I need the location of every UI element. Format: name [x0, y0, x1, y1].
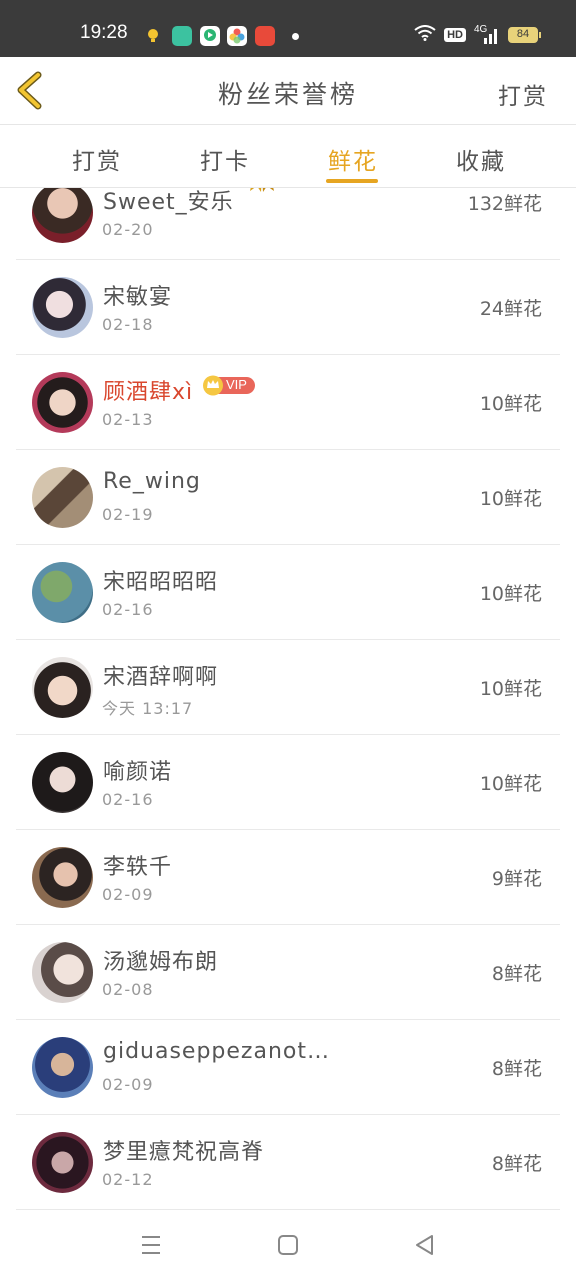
list-item[interactable]: 顾酒肆xì VIP 02-13 10鲜花: [16, 355, 560, 450]
avatar: [32, 467, 93, 528]
avatar: [32, 657, 93, 718]
user-name: 宋昭昭昭昭: [103, 570, 219, 595]
flower-count: 8鲜花: [491, 1058, 542, 1080]
record-date: 02-18: [102, 315, 154, 334]
record-date: 02-09: [102, 1075, 154, 1094]
tab-reward[interactable]: 打赏: [72, 142, 122, 176]
list-item[interactable]: 梦里癔梵祝高脊 02-12 8鲜花: [16, 1115, 560, 1210]
flower-count: 10鲜花: [479, 773, 542, 795]
flower-count: 10鲜花: [479, 393, 542, 415]
square-icon: [278, 1235, 298, 1255]
record-date: 02-13: [102, 410, 154, 429]
user-name: 李轶千: [103, 855, 173, 880]
flower-count: 8鲜花: [491, 1153, 542, 1175]
tab-checkin[interactable]: 打卡: [200, 142, 250, 176]
list-item[interactable]: 汤邈姆布朗 02-08 8鲜花: [16, 925, 560, 1020]
tab-flowers[interactable]: 鲜花: [328, 142, 378, 176]
app-notification-icon: [172, 26, 192, 46]
page-title: 粉丝荣誉榜: [217, 80, 358, 109]
vip-badge: VIP: [203, 375, 255, 396]
shop-app-notification-icon: [255, 26, 275, 46]
tab-bar: 打赏 打卡 鲜花 收藏: [0, 126, 576, 188]
system-navigation-bar: [0, 1210, 576, 1280]
record-date: 02-12: [102, 1170, 154, 1189]
hd-voice-badge: HD: [444, 28, 466, 42]
tab-favorites[interactable]: 收藏: [456, 142, 506, 176]
user-name: Sweet_安乐: [103, 190, 234, 215]
status-indicators: HD 4G 84: [414, 24, 541, 46]
medal-icon: [244, 188, 280, 193]
wifi-icon: [414, 25, 436, 45]
list-item[interactable]: 喻颜诺 02-16 10鲜花: [16, 735, 560, 830]
avatar: [32, 188, 93, 243]
triangle-back-icon: [416, 1235, 433, 1255]
record-date: 02-20: [102, 220, 154, 239]
user-name: 顾酒肆xì: [103, 380, 194, 405]
user-name: giduaseppezanot…: [103, 1039, 330, 1064]
avatar: [32, 277, 93, 338]
fan-ranking-list: Sweet_安乐 02-20 132鲜花 宋敏宴 02-18 24鲜花 顾酒肆x…: [0, 188, 576, 1210]
flower-count: 8鲜花: [491, 963, 542, 985]
user-name: 宋敏宴: [103, 285, 173, 310]
vip-label: VIP: [226, 377, 247, 392]
photos-app-notification-icon: [227, 26, 247, 46]
list-item[interactable]: Re_wing 02-19 10鲜花: [16, 450, 560, 545]
battery-indicator: 84: [508, 27, 541, 43]
avatar: [32, 1132, 93, 1193]
avatar: [32, 942, 93, 1003]
flower-count: 132鲜花: [467, 193, 542, 215]
avatar: [32, 372, 93, 433]
record-date: 今天 13:17: [102, 699, 194, 718]
list-item[interactable]: 宋酒辞啊啊 今天 13:17 10鲜花: [16, 640, 560, 735]
active-tab-indicator: [326, 179, 378, 183]
avatar: [32, 752, 93, 813]
record-date: 02-16: [102, 790, 154, 809]
reward-button[interactable]: 打赏: [498, 77, 548, 111]
flower-count: 9鲜花: [491, 868, 542, 890]
avatar: [32, 847, 93, 908]
user-name: 喻颜诺: [103, 760, 173, 785]
video-app-notification-icon: [200, 26, 220, 46]
list-item[interactable]: 宋昭昭昭昭 02-16 10鲜花: [16, 545, 560, 640]
user-name: 宋酒辞啊啊: [103, 665, 219, 690]
flower-count: 10鲜花: [479, 488, 542, 510]
list-item[interactable]: 李轶千 02-09 9鲜花: [16, 830, 560, 925]
cellular-signal-icon: 4G: [474, 24, 500, 44]
record-date: 02-09: [102, 885, 154, 904]
status-bar: 19:28 HD 4G 84: [0, 0, 576, 57]
flower-count: 10鲜花: [479, 678, 542, 700]
avatar: [32, 1037, 93, 1098]
user-name: 梦里癔梵祝高脊: [103, 1140, 265, 1165]
list-item[interactable]: Sweet_安乐 02-20 132鲜花: [16, 188, 560, 260]
record-date: 02-19: [102, 505, 154, 524]
user-name: 汤邈姆布朗: [103, 950, 219, 975]
record-date: 02-16: [102, 600, 154, 619]
user-name: Re_wing: [103, 469, 201, 494]
list-item[interactable]: 宋敏宴 02-18 24鲜花: [16, 260, 560, 355]
recent-apps-button[interactable]: [136, 1230, 166, 1260]
record-date: 02-08: [102, 980, 154, 999]
list-item[interactable]: giduaseppezanot… 02-09 8鲜花: [16, 1020, 560, 1115]
flower-count: 10鲜花: [479, 583, 542, 605]
menu-icon: [142, 1236, 160, 1254]
home-button[interactable]: [273, 1230, 303, 1260]
avatar: [32, 562, 93, 623]
header: 粉丝荣誉榜 打赏: [0, 57, 576, 125]
bulb-notification-icon: [146, 28, 160, 44]
system-back-button[interactable]: [410, 1230, 440, 1260]
flower-count: 24鲜花: [479, 298, 542, 320]
status-time: 19:28: [80, 22, 128, 43]
more-notifications-dot: [292, 33, 299, 40]
